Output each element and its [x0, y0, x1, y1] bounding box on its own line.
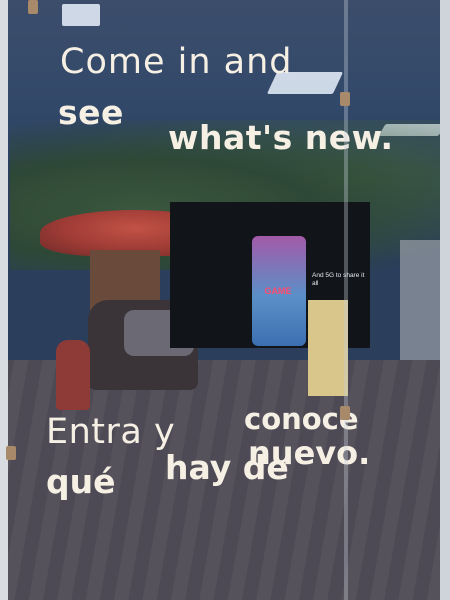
window-frame-right: [440, 0, 450, 600]
sign-spanish-line-2a: qué: [46, 462, 116, 501]
glass-panel-seam: [344, 0, 348, 600]
kiosk-stand: [308, 300, 348, 396]
display-caption: And 5G to share it all: [312, 272, 365, 288]
ceiling-light: [62, 4, 100, 26]
glass-clip: [6, 446, 16, 460]
sign-english-line-2a: see: [58, 93, 124, 132]
shopper-reflection: [56, 340, 90, 410]
sign-spanish-line-1a: Entra y: [46, 412, 176, 452]
sign-english-line-2b: what's new.: [168, 118, 394, 157]
glass-clip: [340, 92, 350, 106]
store-window-scene: GAME And 5G to share it all Come in and …: [0, 0, 450, 600]
window-frame-left: [0, 0, 8, 600]
glass-clip: [28, 0, 38, 14]
glass-clip: [340, 406, 350, 420]
phone-screen-text: GAME: [264, 286, 292, 296]
sign-english-line-1: Come in and: [60, 42, 293, 82]
sign-spanish-line-2c: nuevo.: [248, 434, 371, 472]
